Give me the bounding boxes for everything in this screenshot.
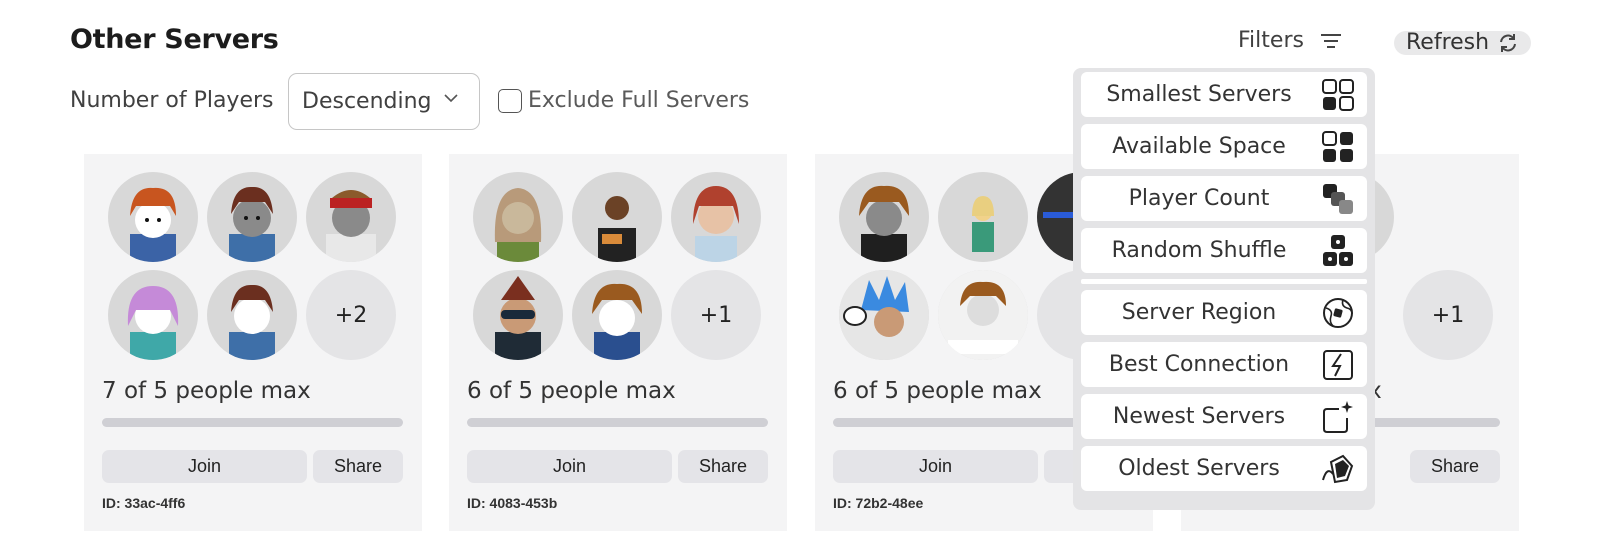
filter-label: Available Space xyxy=(1112,134,1286,159)
player-avatar[interactable] xyxy=(473,172,563,262)
filter-random-shuffle[interactable]: Random Shuffle xyxy=(1081,228,1367,273)
more-players-count: +2 xyxy=(306,270,396,360)
wave-icon xyxy=(1322,454,1354,484)
globe-icon xyxy=(1323,298,1353,328)
filter-player-count[interactable]: Player Count xyxy=(1081,176,1367,221)
stacked-squares-icon xyxy=(1323,184,1353,214)
menu-divider xyxy=(1081,279,1367,284)
player-avatar[interactable] xyxy=(108,270,198,360)
player-avatar[interactable] xyxy=(938,270,1028,360)
grid-filled-icon xyxy=(1322,131,1353,162)
refresh-icon xyxy=(1500,34,1516,52)
filters-dropdown-menu: Smallest Servers Available Space Player … xyxy=(1073,68,1375,510)
new-sparkle-icon xyxy=(1323,401,1353,433)
player-avatar[interactable] xyxy=(108,172,198,262)
player-avatar[interactable] xyxy=(572,172,662,262)
server-id: ID: 72b2-48ee xyxy=(833,495,924,511)
server-card: +2 7 of 5 people max Join Share ID: 33ac… xyxy=(84,154,422,531)
player-avatar[interactable] xyxy=(306,172,396,262)
share-button[interactable]: Share xyxy=(1410,450,1500,483)
server-id: ID: 4083-453b xyxy=(467,495,558,511)
sort-label: Number of Players xyxy=(70,88,274,113)
server-id: ID: 33ac-4ff6 xyxy=(102,495,186,511)
join-button[interactable]: Join xyxy=(833,450,1038,483)
exclude-full-label: Exclude Full Servers xyxy=(528,88,750,113)
player-avatar[interactable] xyxy=(473,270,563,360)
chevron-down-icon xyxy=(444,94,458,103)
exclude-full-checkbox[interactable] xyxy=(498,88,522,113)
filter-label: Smallest Servers xyxy=(1106,82,1292,107)
player-avatar[interactable] xyxy=(839,270,929,360)
player-avatar[interactable] xyxy=(572,270,662,360)
filter-label: Best Connection xyxy=(1108,352,1290,377)
player-avatar[interactable] xyxy=(938,172,1028,262)
player-avatar[interactable] xyxy=(207,172,297,262)
player-count-text: 6 of 5 people max xyxy=(833,378,1042,404)
filter-label: Random Shuffle xyxy=(1111,238,1287,263)
filter-label: Oldest Servers xyxy=(1118,456,1280,481)
filter-label: Newest Servers xyxy=(1112,404,1286,429)
player-count-text: 6 of 5 people max xyxy=(467,378,676,404)
filter-oldest-servers[interactable]: Oldest Servers xyxy=(1081,446,1367,491)
sort-order-select[interactable]: Descending xyxy=(288,73,480,130)
exclude-full-servers[interactable]: Exclude Full Servers xyxy=(498,88,749,113)
join-button[interactable]: Join xyxy=(467,450,672,483)
player-avatar[interactable] xyxy=(839,172,929,262)
capacity-bar xyxy=(467,418,768,427)
share-button[interactable]: Share xyxy=(678,450,768,483)
more-players-count: +1 xyxy=(671,270,761,360)
grid-outline-icon xyxy=(1322,79,1354,111)
more-players-count: +1 xyxy=(1403,270,1493,360)
share-button[interactable]: Share xyxy=(313,450,403,483)
filters-button[interactable]: Filters xyxy=(1238,28,1342,53)
refresh-label: Refresh xyxy=(1406,30,1490,55)
filter-available-space[interactable]: Available Space xyxy=(1081,124,1367,169)
player-count-text: 7 of 5 people max xyxy=(102,378,311,404)
page-title: Other Servers xyxy=(70,24,279,55)
capacity-bar xyxy=(102,418,403,427)
filters-label: Filters xyxy=(1238,28,1304,53)
filter-label: Player Count xyxy=(1128,186,1270,211)
server-card: +1 6 of 5 people max Join Share ID: 4083… xyxy=(449,154,787,531)
join-button[interactable]: Join xyxy=(102,450,307,483)
lightning-icon xyxy=(1323,350,1353,380)
filter-best-connection[interactable]: Best Connection xyxy=(1081,342,1367,387)
sort-order-value: Descending xyxy=(302,89,432,114)
filter-newest-servers[interactable]: Newest Servers xyxy=(1081,394,1367,439)
dice-icon xyxy=(1323,235,1353,266)
filter-server-region[interactable]: Server Region xyxy=(1081,290,1367,335)
refresh-button[interactable]: Refresh xyxy=(1394,31,1531,55)
player-avatar[interactable] xyxy=(207,270,297,360)
filter-smallest-servers[interactable]: Smallest Servers xyxy=(1081,72,1367,117)
filter-lines-icon xyxy=(1320,33,1341,48)
player-avatar[interactable] xyxy=(671,172,761,262)
filter-label: Server Region xyxy=(1121,300,1277,325)
